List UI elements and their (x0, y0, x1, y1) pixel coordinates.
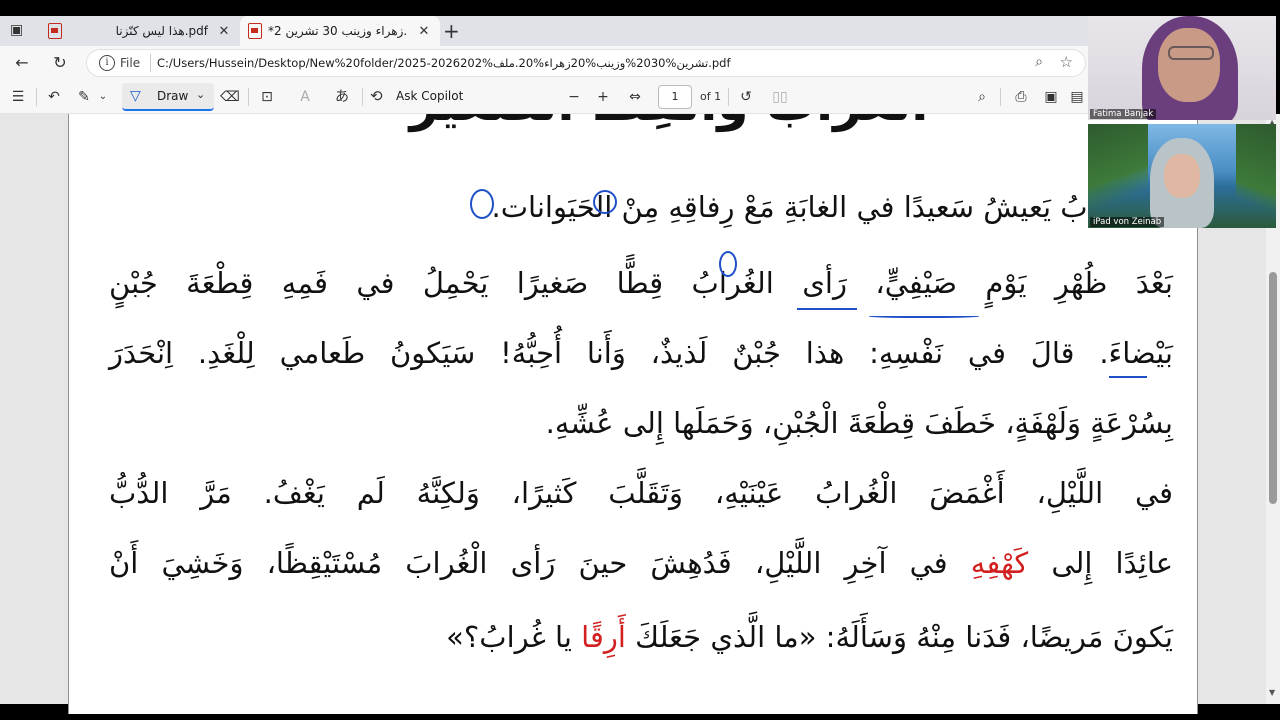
tab-2-title: *زهراء وزينب 30 تشرين 2.pdf (268, 24, 408, 38)
save-as-icon[interactable]: ▤ (1068, 87, 1086, 107)
story-line-7-before: يَكونَ مَريضًا، فَدَنا مِنْهُ وَسَأَلَهُ… (625, 620, 1173, 654)
zoom-icon[interactable]: ⌕ (1035, 54, 1043, 70)
pdf-toolbar: ☰ ↶ ✎ ⌄ ▽ Draw ⌄ ⌫ ⊡ A あ ⟲ Ask Copilot −… (0, 80, 1088, 114)
save-icon[interactable]: ▣ (1040, 87, 1062, 107)
draw-button[interactable]: ▽ Draw ⌄ (122, 83, 214, 111)
read-aloud-icon[interactable]: あ (330, 87, 354, 107)
address-bar: ← ↻ i File C:/Users/Hussein/Desktop/New%… (0, 46, 1088, 80)
highlight-chevron-down-icon[interactable]: ⌄ (96, 87, 110, 107)
participant-1-name: Fatima Banjak (1090, 109, 1157, 119)
scroll-down-icon[interactable]: ▼ (1269, 688, 1275, 697)
text-format-icon: A (300, 89, 310, 105)
info-icon[interactable]: i (99, 55, 115, 71)
participant-1-face (1158, 28, 1220, 102)
tab-1[interactable]: هذا ليس كنّزنا.pdf ✕ (40, 16, 240, 46)
participant-1-glasses (1168, 46, 1214, 60)
favorite-star-icon[interactable]: ☆ (1060, 53, 1073, 71)
participant-video-1[interactable]: Fatima Banjak (1088, 16, 1276, 120)
url-box[interactable]: i File C:/Users/Hussein/Desktop/New%20fo… (86, 49, 1086, 77)
highlight-icon[interactable]: ✎ (74, 87, 94, 107)
scheme-label: File (120, 56, 141, 70)
toolbar-divider (1000, 88, 1001, 106)
ink-underline-annotation (869, 314, 979, 318)
story-line-3: بَيْضاءَ. قالَ في نَفْسِهِ: هذا جُبْنٌ ل… (109, 336, 1173, 370)
eraser-icon[interactable]: ⌫ (220, 87, 240, 107)
participant-2-face (1164, 154, 1200, 198)
story-line-7-after: يا غُرابُ؟» (446, 620, 582, 654)
tab-1-close-icon[interactable]: ✕ (216, 24, 232, 39)
rotate-icon[interactable]: ↺ (736, 87, 756, 107)
background-foliage (1088, 124, 1148, 228)
toolbar-divider (362, 88, 363, 106)
story-line-1: نَ الغُرابُ يَعيشُ سَعيدًا في الغابَةِ م… (491, 190, 1174, 224)
new-tab-icon[interactable]: + (443, 19, 460, 43)
participant-2-name: iPad von Zeinab (1090, 217, 1165, 227)
undo-icon[interactable]: ↶ (44, 87, 64, 107)
page-number-input[interactable]: 1 (658, 85, 692, 109)
copilot-icon: ⟲ (370, 87, 383, 105)
toolbar-divider (36, 88, 37, 106)
scrollbar-thumb[interactable] (1269, 272, 1277, 504)
tab-2[interactable]: *زهراء وزينب 30 تشرين 2.pdf ✕ (240, 16, 440, 46)
story-line-2: بَعْدَ ظُهْرِ يَوْمٍ صَيْفِيٍّ، رَأى الغ… (109, 266, 1173, 300)
toolbar-divider (728, 88, 729, 106)
story-line-6-after: في آخِرِ اللَّيْلِ، فَدُهِشَ حينَ رَأى ا… (109, 546, 971, 580)
ink-underline-annotation (1109, 376, 1147, 378)
copilot-label: Ask Copilot (396, 89, 464, 103)
story-line-4: بِسُرْعَةٍ وَلَهْفَةٍ، خَطَفَ قِطْعَةَ ا… (545, 406, 1173, 440)
url-text[interactable]: C:/Users/Hussein/Desktop/New%20folder/20… (157, 56, 731, 70)
highlighted-word-sleepless: أَرِقًا (581, 620, 626, 654)
search-icon[interactable]: ⌕ (972, 87, 992, 107)
back-icon[interactable]: ← (12, 53, 32, 73)
page-total: of 1 (700, 90, 722, 103)
story-line-6-before: عائِدًا إِلى (1028, 546, 1173, 580)
draw-pen-icon: ▽ (130, 88, 141, 104)
story-line-6: عائِدًا إِلى كَهْفِهِ في آخِرِ اللَّيْلِ… (109, 546, 1173, 580)
pdf-icon (248, 23, 262, 39)
toolbar-divider (248, 88, 249, 106)
ink-circle-annotation (593, 190, 617, 214)
page-view-icon: ▯▯ (772, 89, 788, 105)
tab-actions-icon[interactable]: ▣ (10, 22, 28, 40)
draw-label: Draw (157, 89, 189, 103)
story-line-7: يَكونَ مَريضًا، فَدَنا مِنْهُ وَسَأَلَهُ… (109, 620, 1173, 654)
tab-1-title: هذا ليس كنّزنا.pdf (115, 24, 208, 38)
pdf-page: الغُرابُ وَالْقِطُّ الصَّغيرُ نَ الغُراب… (68, 114, 1198, 714)
screen: ▣ هذا ليس كنّزنا.pdf ✕ *زهراء وزينب 30 ت… (0, 0, 1280, 720)
ink-circle-annotation (719, 251, 737, 277)
background-foliage (1236, 124, 1276, 228)
url-separator (150, 54, 151, 72)
zoom-in-icon[interactable]: + (594, 87, 612, 107)
print-icon[interactable]: ⎙ (1010, 87, 1032, 107)
contents-icon[interactable]: ☰ (8, 87, 28, 107)
zoom-out-icon[interactable]: − (565, 87, 583, 107)
story-line-5: في اللَّيْلِ، أَغْمَضَ الْغُرابُ عَيْنَي… (109, 476, 1173, 510)
participant-video-2[interactable]: iPad von Zeinab (1088, 124, 1276, 228)
text-box-icon[interactable]: ⊡ (256, 87, 278, 107)
ink-circle-annotation (470, 189, 494, 219)
refresh-icon[interactable]: ↻ (50, 53, 70, 73)
tab-2-close-icon[interactable]: ✕ (416, 24, 432, 39)
fit-page-icon[interactable]: ⇔ (624, 87, 646, 107)
document-title: الغُرابُ وَالْقِطُّ الصَّغيرُ (369, 114, 969, 132)
pdf-icon (48, 23, 62, 39)
highlighted-word-cave: كَهْفِهِ (970, 546, 1029, 580)
tab-strip: ▣ هذا ليس كنّزنا.pdf ✕ *زهراء وزينب 30 ت… (0, 16, 1088, 46)
draw-chevron-down-icon[interactable]: ⌄ (196, 88, 205, 101)
ink-underline-annotation (797, 308, 857, 310)
